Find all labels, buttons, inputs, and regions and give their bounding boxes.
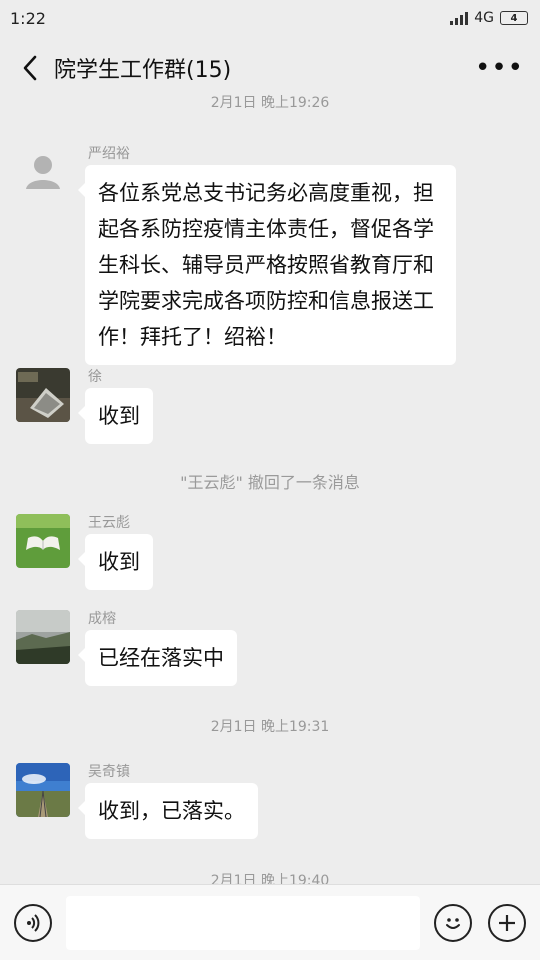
signal-icon	[450, 11, 469, 25]
message-bubble[interactable]: 收到，已落实。	[78, 783, 258, 839]
message-bubble[interactable]: 收到	[78, 388, 153, 444]
emoji-icon	[446, 917, 460, 929]
message-input[interactable]	[66, 895, 420, 950]
add-button[interactable]	[488, 903, 526, 942]
message-bubble[interactable]: 已经在落实中	[78, 630, 237, 686]
message-bubble[interactable]: 收到	[78, 534, 153, 590]
message-item: 吴奇镇 收到，已落实。	[16, 763, 258, 839]
sender-name: 徐	[88, 369, 102, 385]
voice-icon	[27, 913, 40, 932]
avatar-image	[16, 514, 70, 568]
timestamp: 2月1日 晚上19:26	[210, 95, 330, 111]
chat-area[interactable]: 2月1日 晚上19:26 严绍裕 各位系党总支书记务必高度重视，担起各系防控疫情…	[0, 88, 540, 884]
avatar-image	[16, 610, 70, 664]
status-time: 1:22	[10, 8, 46, 28]
emoji-button[interactable]	[434, 903, 472, 942]
voice-button[interactable]	[14, 903, 52, 942]
network-type: 4G	[474, 10, 494, 26]
message-item: 严绍裕 各位系党总支书记务必高度重视，担起各系防控疫情主体责任，督促各学生科长、…	[16, 145, 456, 365]
avatar-image	[16, 763, 70, 817]
battery-level: 4	[510, 12, 518, 24]
avatar[interactable]	[16, 145, 70, 199]
status-icons: 4G 4	[450, 10, 528, 26]
sender-name: 吴奇镇	[88, 764, 130, 780]
status-bar: 1:22 4G 4	[0, 0, 540, 36]
timestamp: 2月1日 晚上19:40	[210, 873, 330, 884]
avatar[interactable]	[16, 610, 70, 664]
sender-name: 成榕	[88, 611, 116, 627]
message-item: 徐 收到	[16, 368, 153, 444]
message-item: 成榕 已经在落实中	[16, 610, 237, 686]
message-text: 已经在落实中	[98, 646, 224, 670]
back-button[interactable]	[16, 48, 44, 88]
more-options-icon[interactable]: •••	[475, 55, 524, 81]
avatar[interactable]	[16, 368, 70, 422]
message-item: 王云彪 收到	[16, 514, 153, 590]
message-text: 各位系党总支书记务必高度重视，担起各系防控疫情主体责任，督促各学生科长、辅导员严…	[98, 181, 434, 349]
message-bubble[interactable]: 各位系党总支书记务必高度重视，担起各系防控疫情主体责任，督促各学生科长、辅导员严…	[78, 165, 456, 365]
message-text: 收到	[98, 404, 140, 428]
avatar-image	[16, 368, 70, 422]
input-bar	[0, 884, 540, 960]
sender-name: 严绍裕	[88, 146, 130, 162]
avatar[interactable]	[16, 763, 70, 817]
battery-icon: 4	[500, 11, 528, 25]
plus-icon	[499, 914, 515, 931]
timestamp: 2月1日 晚上19:31	[210, 719, 330, 735]
default-avatar-icon	[26, 156, 60, 189]
message-text: 收到	[98, 550, 140, 574]
avatar[interactable]	[16, 514, 70, 568]
chevron-left-icon	[23, 55, 37, 81]
sender-name: 王云彪	[88, 515, 130, 531]
chat-title: 院学生工作群(15)	[54, 58, 232, 83]
system-notice: "王云彪" 撤回了一条消息	[180, 473, 360, 492]
message-text: 收到，已落实。	[98, 799, 245, 823]
